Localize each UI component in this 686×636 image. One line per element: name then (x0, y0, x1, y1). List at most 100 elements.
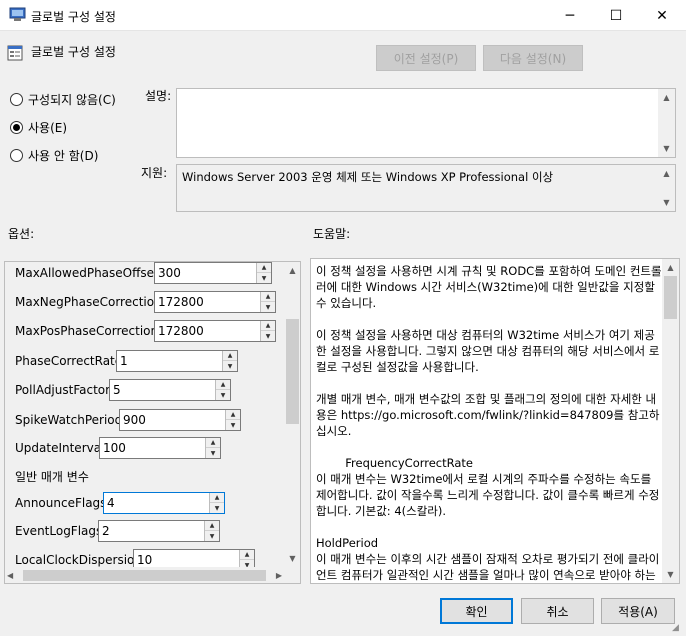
spin-down-icon[interactable]: ▼ (226, 420, 240, 430)
option-row: AnnounceFlags (15, 492, 106, 514)
radio-not-configured[interactable]: 구성되지 않음(C) (10, 91, 116, 108)
scroll-thumb[interactable] (664, 276, 677, 319)
scroll-thumb[interactable] (286, 319, 299, 424)
option-label: PollAdjustFactor (15, 383, 111, 397)
settings-page-icon (7, 45, 23, 61)
help-label: 도움말: (313, 227, 351, 241)
description-scrollbar[interactable]: ▲ ▼ (658, 89, 675, 157)
radio-label: 구성되지 않음(C) (28, 93, 116, 107)
minimize-button[interactable]: ─ (547, 0, 593, 31)
spin-down-icon[interactable]: ▼ (216, 390, 230, 400)
spin-up-icon[interactable]: ▲ (210, 493, 224, 503)
radio-disabled[interactable]: 사용 안 함(D) (10, 147, 98, 164)
radio-label: 사용 안 함(D) (28, 149, 99, 163)
option-row: MaxNegPhaseCorrection (15, 291, 162, 313)
spinbox-value: 4 (107, 496, 115, 510)
cancel-button[interactable]: 취소 (521, 598, 594, 624)
spin-down-icon[interactable]: ▼ (257, 273, 271, 283)
scroll-right-icon[interactable]: ▶ (276, 571, 282, 580)
option-label: MaxAllowedPhaseOffset (15, 266, 159, 280)
option-section-heading: 일반 매개 변수 (15, 465, 89, 487)
option-spinbox[interactable]: 2 ▲ ▼ (98, 520, 220, 542)
scroll-up-icon[interactable]: ▲ (662, 259, 679, 276)
support-text: Windows Server 2003 운영 체제 또는 Windows XP … (182, 170, 554, 184)
scroll-down-icon[interactable]: ▼ (662, 566, 679, 583)
spinbox-value: 900 (123, 413, 146, 427)
option-spinbox[interactable]: 1 ▲ ▼ (116, 350, 238, 372)
support-scrollbar[interactable]: ▲ ▼ (658, 165, 675, 211)
ok-button[interactable]: 확인 (440, 598, 513, 624)
help-paragraph: 개별 매개 변수, 매개 변수값의 조합 및 플래그의 정의에 대한 자세한 내… (316, 392, 660, 438)
spin-up-icon[interactable]: ▲ (206, 438, 220, 448)
next-setting-button[interactable]: 다음 설정(N) (483, 45, 583, 71)
scroll-up-icon[interactable]: ▲ (658, 165, 675, 182)
options-label: 옵션: (8, 227, 35, 241)
options-horizontal-scrollbar[interactable]: ◀ ▶ (5, 567, 284, 583)
option-row: MaxAllowedPhaseOffset (15, 262, 159, 284)
option-label: UpdateInterval (15, 441, 105, 455)
option-label: AnnounceFlags (15, 496, 107, 510)
spinbox-value: 172800 (158, 295, 204, 309)
spin-down-icon[interactable]: ▼ (205, 531, 219, 541)
spinbox-value: 5 (113, 383, 121, 397)
spinbox-value: 1 (120, 354, 128, 368)
help-paragraph: 이 정책 설정을 사용하면 시계 규칙 및 RODC를 포함하여 도메인 컨트롤… (316, 264, 662, 310)
scroll-down-icon[interactable]: ▼ (284, 550, 300, 567)
spin-up-icon[interactable]: ▲ (257, 263, 271, 273)
spin-up-icon[interactable]: ▲ (226, 410, 240, 420)
radio-enabled[interactable]: 사용(E) (10, 119, 67, 136)
options-panel[interactable]: MaxAllowedPhaseOffset 300 ▲ ▼ MaxNegPhase… (4, 261, 301, 584)
help-content: 이 정책 설정을 사용하면 시계 규칙 및 RODC를 포함하여 도메인 컨트롤… (316, 263, 662, 583)
radio-selected-icon (10, 121, 23, 134)
scroll-up-icon[interactable]: ▲ (658, 89, 675, 106)
spinbox-value: 10 (137, 553, 153, 567)
spin-up-icon[interactable]: ▲ (240, 550, 254, 560)
option-label: PhaseCorrectRate (15, 354, 123, 368)
option-spinbox[interactable]: 900 ▲ ▼ (119, 409, 241, 431)
option-row: MaxPosPhaseCorrection (15, 320, 158, 342)
help-scrollbar[interactable]: ▲ ▼ (662, 259, 679, 583)
spinbox-value: 100 (103, 441, 126, 455)
maximize-button[interactable]: ☐ (593, 0, 639, 31)
spin-up-icon[interactable]: ▲ (205, 521, 219, 531)
policy-settings-icon (9, 7, 26, 21)
option-label: LocalClockDispersion (15, 553, 142, 567)
option-spinbox-focused[interactable]: 4 ▲ ▼ (103, 492, 225, 514)
spin-up-icon[interactable]: ▲ (223, 351, 237, 361)
spinbox-value: 2 (102, 524, 110, 538)
option-row: EventLogFlags (15, 520, 102, 542)
options-vertical-scrollbar[interactable]: ▲ ▼ (284, 262, 300, 567)
spin-down-icon[interactable]: ▼ (206, 448, 220, 458)
spin-up-icon[interactable]: ▲ (261, 321, 275, 331)
help-paragraph: 이 정책 설정을 사용하면 대상 컴퓨터의 W32time 서비스가 여기 제공… (316, 328, 660, 374)
spin-down-icon[interactable]: ▼ (261, 331, 275, 341)
section-label: 일반 매개 변수 (15, 469, 89, 484)
option-label: EventLogFlags (15, 524, 103, 538)
scroll-down-icon[interactable]: ▼ (658, 194, 675, 211)
spinbox-value: 172800 (158, 324, 204, 338)
spin-up-icon[interactable]: ▲ (216, 380, 230, 390)
option-spinbox[interactable]: 300 ▲ ▼ (154, 262, 272, 284)
page-title: 글로벌 구성 설정 (31, 45, 116, 59)
scroll-up-icon[interactable]: ▲ (284, 262, 300, 279)
scroll-down-icon[interactable]: ▼ (658, 140, 675, 157)
description-field[interactable]: ▲ ▼ (176, 88, 676, 158)
option-spinbox[interactable]: 172800 ▲ ▼ (154, 291, 276, 313)
spin-down-icon[interactable]: ▼ (210, 503, 224, 513)
scroll-left-icon[interactable]: ◀ (7, 571, 13, 580)
option-spinbox[interactable]: 100 ▲ ▼ (99, 437, 221, 459)
spin-down-icon[interactable]: ▼ (223, 361, 237, 371)
option-spinbox[interactable]: 5 ▲ ▼ (109, 379, 231, 401)
radio-circle-icon (10, 93, 23, 106)
previous-setting-button[interactable]: 이전 설정(P) (376, 45, 476, 71)
close-button[interactable]: ✕ (639, 0, 685, 31)
apply-button[interactable]: 적용(A) (601, 598, 675, 624)
spin-down-icon[interactable]: ▼ (261, 302, 275, 312)
support-label: 지원: (141, 166, 168, 180)
resize-grip-icon[interactable]: ◢ (672, 622, 684, 634)
option-spinbox[interactable]: 172800 ▲ ▼ (154, 320, 276, 342)
spin-up-icon[interactable]: ▲ (261, 292, 275, 302)
scroll-thumb[interactable] (23, 570, 266, 581)
radio-label: 사용(E) (28, 121, 68, 135)
option-row: UpdateInterval (15, 437, 104, 459)
